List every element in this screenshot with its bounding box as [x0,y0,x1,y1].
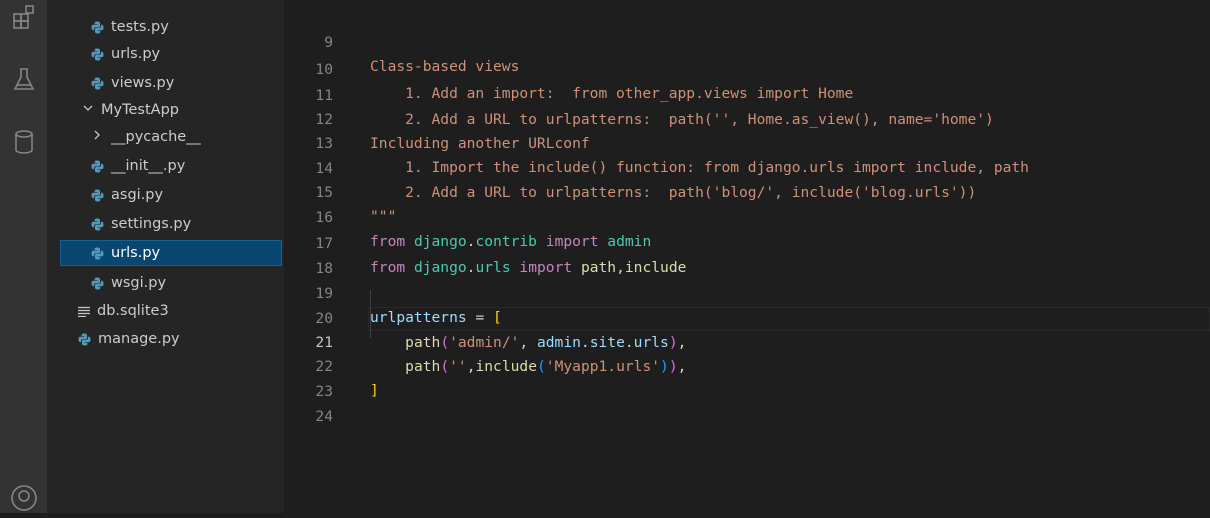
file-views-py[interactable]: views.py [60,70,282,96]
file-wsgi-py[interactable]: wsgi.py [60,270,282,296]
python-file-icon [91,160,104,172]
code-line: 20 path('admin/', admin.site.urls), [284,283,1210,351]
code-line: 14 2. Add a URL to urlpatterns: path('bl… [284,133,1210,201]
code-line: 16 from django.contrib import admin [284,182,1210,250]
activity-bar [0,0,47,513]
file-label: manage.py [98,331,180,347]
file-label: urls.py [111,245,161,261]
python-file-icon [91,218,104,230]
file-asgi-py[interactable]: asgi.py [60,182,282,208]
python-file-icon [91,48,104,60]
file-label: tests.py [111,19,169,35]
code-line: 17 from django.urls import path,include [284,208,1210,276]
code-line: 18 [284,233,1210,277]
file-urls-py-selected[interactable]: urls.py [60,240,282,266]
code-line: 24 [284,381,1210,425]
code-line-current: 21 path('',include('Myapp1.urls')), [284,307,1210,375]
code-line: 9 Class-based views [284,7,1210,75]
line-number: 24 [315,408,333,425]
python-file-icon [78,333,91,345]
file-label: urls.py [111,46,161,62]
code-line: 23 [284,356,1210,400]
explorer-sidebar: tests.py urls.py views.py MyTestApp __py… [47,0,284,513]
code-line: 15 """ [284,157,1210,225]
file-init-py[interactable]: __init__.py [60,153,282,179]
database-icon[interactable] [0,122,47,162]
file-label: views.py [111,75,175,91]
chevron-right-icon [91,129,103,145]
folder-label: __pycache__ [111,129,201,145]
chevron-down-icon [81,102,95,118]
python-file-icon [91,21,104,33]
file-label: settings.py [111,216,192,232]
file-label: wsgi.py [111,275,167,291]
code-line: 11 2. Add a URL to urlpatterns: path('',… [284,60,1210,128]
file-label: __init__.py [111,158,186,174]
testing-flask-icon[interactable] [0,60,47,100]
file-manage-py[interactable]: manage.py [60,326,282,352]
folder-pycache[interactable]: __pycache__ [60,124,282,150]
code-line: 12 Including another URLconf [284,84,1210,152]
code-line: 13 1. Import the include() function: fro… [284,108,1210,176]
file-label: asgi.py [111,187,164,203]
file-db-sqlite3[interactable]: db.sqlite3 [60,298,282,324]
code-line: 19 urlpatterns = [ [284,258,1210,326]
python-file-icon [91,247,104,259]
python-file-icon [91,277,104,289]
python-file-icon [91,189,104,201]
folder-mytestapp[interactable]: MyTestApp [60,97,282,123]
extensions-icon[interactable] [0,0,47,36]
folder-label: MyTestApp [101,102,179,118]
file-urls-py[interactable]: urls.py [60,41,282,67]
python-file-icon [91,77,104,89]
code-editor[interactable]: 9 Class-based views 10 1. Add an import:… [284,0,1210,513]
file-tests-py[interactable]: tests.py [60,14,282,40]
code-line: 22 ] [284,331,1210,399]
file-settings-py[interactable]: settings.py [60,211,282,237]
file-label: db.sqlite3 [97,303,169,319]
code-line: 10 1. Add an import: from other_app.view… [284,34,1210,102]
text-file-icon [78,306,90,317]
account-icon[interactable] [0,478,47,518]
